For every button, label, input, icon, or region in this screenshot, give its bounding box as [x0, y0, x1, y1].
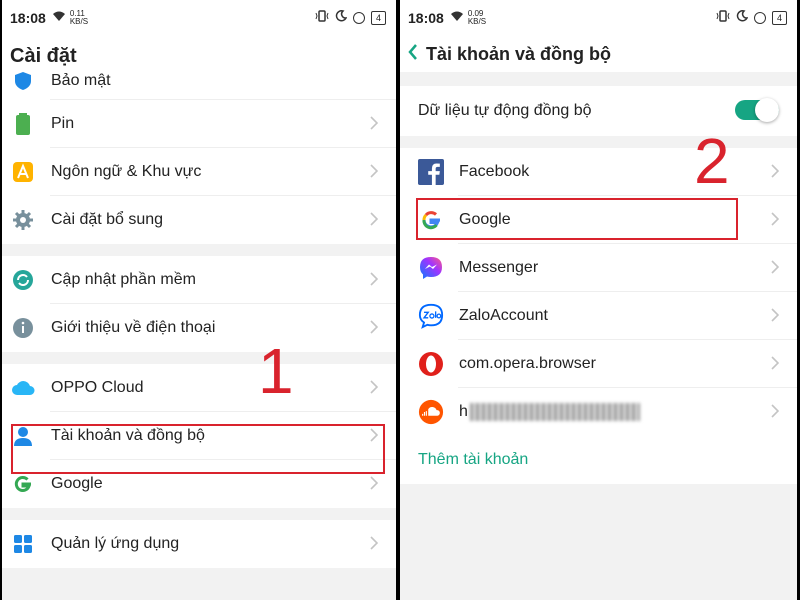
update-icon: [10, 267, 36, 293]
moon-icon: [736, 10, 749, 25]
cloud-icon: [10, 375, 36, 401]
chevron-right-icon: [370, 116, 378, 130]
wifi-icon: [450, 11, 464, 25]
vibrate-icon: [716, 10, 730, 25]
setting-about-phone[interactable]: Giới thiệu về điện thoại: [2, 304, 396, 352]
account-zalo[interactable]: ZaloAccount: [400, 292, 797, 340]
chevron-right-icon: [771, 404, 779, 418]
account-facebook[interactable]: Facebook: [400, 148, 797, 196]
account-messenger[interactable]: Messenger: [400, 244, 797, 292]
account-opera[interactable]: com.opera.browser: [400, 340, 797, 388]
status-bar: 18:08 0.09 KB/S 4: [400, 0, 797, 36]
battery-status: 4: [370, 10, 386, 25]
chevron-right-icon: [370, 380, 378, 394]
back-arrow-icon[interactable]: [408, 41, 418, 67]
account-label: h: [459, 402, 640, 421]
auto-sync-group: Dữ liệu tự động đồng bộ: [400, 86, 797, 136]
setting-label: Ngôn ngữ & Khu vực: [51, 163, 202, 180]
soundcloud-icon: [418, 399, 444, 425]
shield-icon: [10, 68, 36, 94]
zalo-icon: [418, 303, 444, 329]
setting-additional[interactable]: Cài đặt bổ sung: [2, 196, 396, 244]
setting-label: Pin: [51, 115, 75, 132]
opera-icon: [418, 351, 444, 377]
chevron-right-icon: [370, 320, 378, 334]
setting-security[interactable]: Bảo mật: [2, 62, 396, 100]
setting-label: Google: [51, 475, 103, 492]
setting-language[interactable]: Ngôn ngữ & Khu vực: [2, 148, 396, 196]
setting-app-management[interactable]: Quản lý ứng dụng: [2, 520, 396, 568]
step-number: 1: [258, 335, 294, 407]
messenger-icon: [418, 255, 444, 281]
settings-group-2: Cập nhật phần mềm Giới thiệu về điện tho…: [2, 256, 396, 352]
setting-label: Giới thiệu về điện thoại: [51, 319, 216, 336]
setting-label: OPPO Cloud: [51, 379, 144, 396]
chevron-right-icon: [370, 536, 378, 550]
page-title: Tài khoản và đồng bộ: [426, 43, 612, 64]
setting-label: Bảo mật: [51, 72, 111, 89]
google-icon: [10, 471, 36, 497]
settings-group-4: Quản lý ứng dụng: [2, 520, 396, 568]
page-header: Tài khoản và đồng bộ: [400, 36, 797, 72]
setting-software-update[interactable]: Cập nhật phần mềm: [2, 256, 396, 304]
data-saver-icon: [753, 11, 766, 24]
chevron-right-icon: [771, 212, 779, 226]
vibrate-icon: [315, 10, 329, 25]
chevron-right-icon: [370, 212, 378, 226]
settings-group-1: Bảo mật Pin Ngôn ngữ & Khu vực Cài đặt b…: [2, 62, 396, 244]
account-label: Facebook: [459, 163, 530, 180]
chevron-right-icon: [771, 164, 779, 178]
battery-status: 4: [771, 10, 787, 25]
gear-icon: [10, 207, 36, 233]
network-speed: 0.09 KB/S: [467, 9, 487, 26]
highlight-box: [11, 424, 385, 474]
language-icon: [10, 159, 36, 185]
network-speed: 0.11 KB/S: [69, 9, 89, 26]
setting-label: Cài đặt bổ sung: [51, 211, 164, 228]
apps-icon: [10, 531, 36, 557]
settings-screen: 18:08 0.11 KB/S 4 Cài đặt Bảo mật Pin Ng…: [2, 0, 396, 600]
account-label: Messenger: [459, 259, 539, 276]
chevron-right-icon: [370, 476, 378, 490]
setting-label: Quản lý ứng dụng: [51, 535, 180, 552]
redacted-blur: [469, 402, 640, 421]
chevron-right-icon: [771, 308, 779, 322]
chevron-right-icon: [771, 356, 779, 370]
step-number: 2: [694, 125, 730, 197]
setting-battery[interactable]: Pin: [2, 100, 396, 148]
setting-label: Cập nhật phần mềm: [51, 271, 196, 288]
account-label: ZaloAccount: [459, 307, 548, 324]
accounts-sync-screen: 18:08 0.09 KB/S 4 Tài khoản và đồng bộ D…: [400, 0, 797, 600]
chevron-right-icon: [370, 272, 378, 286]
wifi-icon: [52, 11, 66, 25]
chevron-right-icon: [771, 260, 779, 274]
setting-oppo-cloud[interactable]: OPPO Cloud: [2, 364, 396, 412]
moon-icon: [335, 10, 348, 25]
info-icon: [10, 315, 36, 341]
account-soundcloud[interactable]: h: [400, 388, 797, 436]
status-time: 18:08: [10, 10, 46, 26]
data-saver-icon: [352, 11, 365, 24]
account-label: com.opera.browser: [459, 355, 596, 372]
facebook-icon: [418, 159, 444, 185]
auto-sync-label: Dữ liệu tự động đồng bộ: [418, 102, 592, 119]
status-time: 18:08: [408, 10, 444, 26]
chevron-right-icon: [370, 164, 378, 178]
add-account-link[interactable]: Thêm tài khoản: [400, 436, 797, 484]
auto-sync-row: Dữ liệu tự động đồng bộ: [400, 86, 797, 136]
auto-sync-toggle[interactable]: [735, 98, 779, 122]
status-bar: 18:08 0.11 KB/S 4: [2, 0, 396, 36]
battery-icon: [10, 111, 36, 137]
highlight-box: [416, 198, 738, 240]
